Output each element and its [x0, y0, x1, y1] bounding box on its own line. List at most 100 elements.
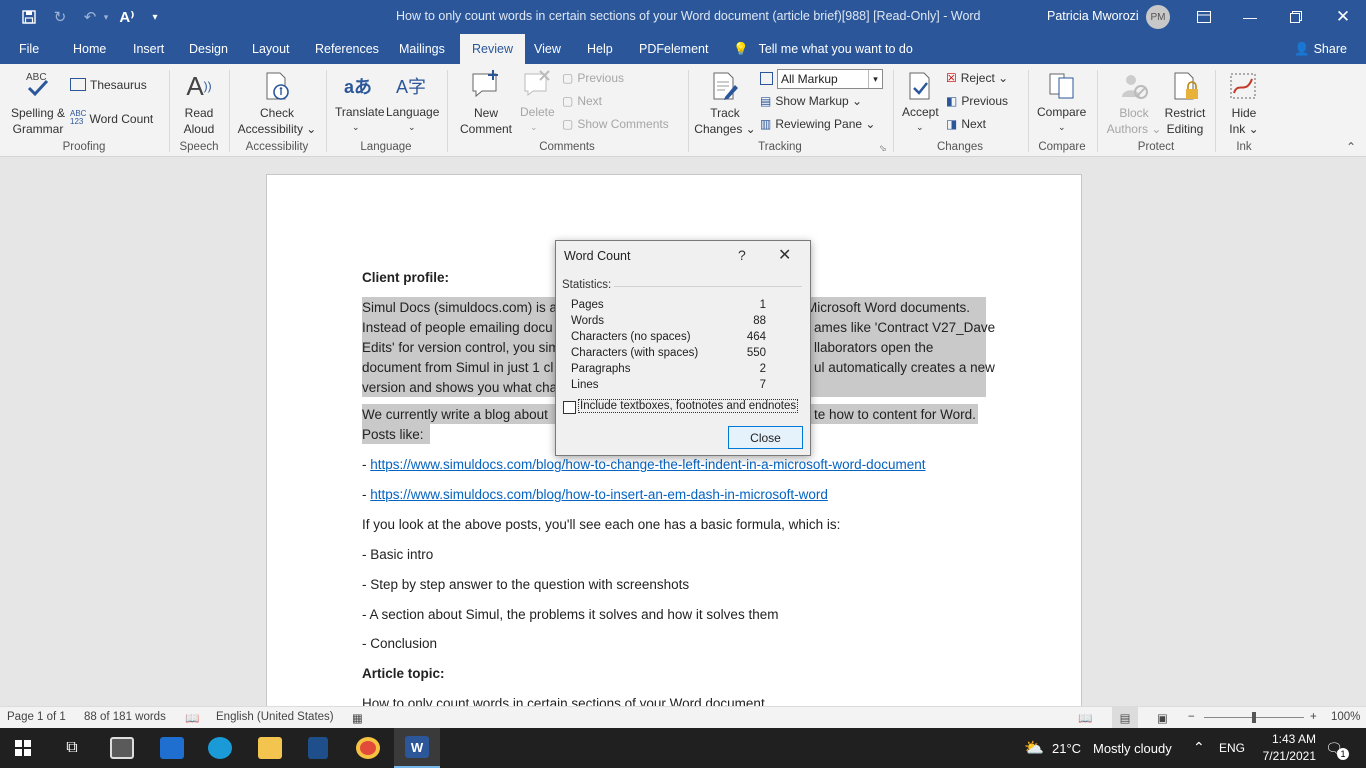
- autosave-icon[interactable]: ↻: [48, 0, 72, 34]
- proofing-icon[interactable]: 📖: [185, 711, 199, 725]
- edge-icon[interactable]: [198, 728, 242, 768]
- customize-qa-icon[interactable]: ▾: [146, 0, 164, 34]
- user-name[interactable]: Patricia Mworozi: [1047, 9, 1139, 23]
- close-button[interactable]: Close: [728, 426, 803, 449]
- read-mode-icon[interactable]: 📖: [1078, 711, 1092, 725]
- hide-ink-icon: [1227, 70, 1259, 102]
- input-language[interactable]: ENG: [1219, 741, 1245, 755]
- web-layout-icon[interactable]: ▣: [1157, 711, 1168, 725]
- read-aloud-button[interactable]: Read Aloud: [176, 105, 222, 137]
- weather-temperature[interactable]: 21°C: [1052, 741, 1081, 756]
- delete-dropdown-icon[interactable]: ⌄: [530, 122, 538, 133]
- hide-ink-button[interactable]: Hide Ink ⌄: [1222, 105, 1266, 137]
- page-indicator[interactable]: Page 1 of 1: [7, 711, 66, 723]
- show-comments-button[interactable]: ▢ Show Comments: [562, 117, 669, 131]
- delete-comment-button[interactable]: Delete: [520, 105, 555, 119]
- previous-change-button[interactable]: ◧ Previous: [946, 94, 1008, 108]
- reviewing-pane-button[interactable]: ▥ Reviewing Pane ⌄: [760, 117, 875, 131]
- new-label: New: [473, 106, 498, 120]
- tab-design[interactable]: Design: [189, 34, 228, 64]
- minimize-icon[interactable]: —: [1227, 0, 1273, 34]
- avatar[interactable]: PM: [1146, 5, 1170, 29]
- restore-icon[interactable]: [1273, 0, 1319, 34]
- tab-view[interactable]: View: [534, 34, 561, 64]
- tell-me-box[interactable]: 💡 Tell me what you want to do: [733, 34, 913, 64]
- zoom-out-icon[interactable]: −: [1188, 711, 1195, 723]
- next-comment-button[interactable]: ▢ Next: [562, 94, 602, 108]
- tab-review[interactable]: Review: [460, 34, 525, 64]
- show-hidden-icons[interactable]: ⌃: [1193, 739, 1205, 756]
- tab-insert[interactable]: Insert: [133, 34, 164, 64]
- reject-button[interactable]: ☒ Reject ⌄: [946, 71, 1008, 85]
- weather-condition[interactable]: Mostly cloudy: [1093, 741, 1172, 756]
- check-accessibility-button[interactable]: Check Accessibility ⌄: [234, 105, 320, 137]
- block-authors-button[interactable]: Block Authors ⌄: [1102, 105, 1166, 137]
- print-layout-icon[interactable]: ▤: [1112, 707, 1138, 728]
- clock-time[interactable]: 1:43 AM: [1260, 732, 1316, 746]
- restrict-editing-button[interactable]: Restrict Editing: [1160, 105, 1210, 137]
- compare-button[interactable]: Compare: [1037, 105, 1086, 119]
- tab-home[interactable]: Home: [73, 34, 106, 64]
- save-icon[interactable]: [16, 0, 42, 34]
- accept-button[interactable]: Accept: [902, 105, 939, 119]
- undo-dropdown-icon[interactable]: ▾: [100, 0, 112, 34]
- paragraph-line: te how to content for Word.: [814, 407, 976, 422]
- collapse-ribbon-icon[interactable]: ⌃: [1346, 140, 1356, 154]
- windows-start-icon[interactable]: [0, 728, 46, 768]
- tab-references[interactable]: References: [315, 34, 379, 64]
- next-change-button[interactable]: ◨ Next: [946, 117, 986, 131]
- tab-file[interactable]: File: [19, 34, 39, 64]
- zoom-in-icon[interactable]: +: [1310, 711, 1317, 723]
- group-separator: [229, 70, 230, 152]
- language-dropdown-icon[interactable]: ⌄: [408, 122, 416, 133]
- block-authors-icon: [1118, 70, 1150, 102]
- undo-icon[interactable]: ↶: [78, 0, 102, 34]
- app-icon[interactable]: [296, 728, 340, 768]
- word-taskbar-icon[interactable]: W: [394, 728, 440, 768]
- tab-mailings[interactable]: Mailings: [399, 34, 445, 64]
- tab-layout[interactable]: Layout: [252, 34, 290, 64]
- clock-date[interactable]: 7/21/2021: [1256, 749, 1316, 763]
- word-count-button[interactable]: ABC 123 Word Count: [70, 110, 153, 127]
- tab-pdfelement[interactable]: PDFelement: [639, 34, 708, 64]
- word-count-indicator[interactable]: 88 of 181 words: [84, 711, 166, 723]
- accept-dropdown-icon[interactable]: ⌄: [916, 122, 924, 133]
- translate-button[interactable]: Translate: [335, 105, 385, 119]
- check-label: Check: [259, 106, 294, 120]
- include-textboxes-label[interactable]: Include textboxes, footnotes and endnote…: [578, 399, 799, 413]
- close-window-icon[interactable]: ✕: [1320, 0, 1366, 34]
- show-markup-button[interactable]: ▤ Show Markup ⌄: [760, 94, 862, 108]
- accessibility-status-icon[interactable]: ▦: [352, 711, 363, 725]
- spelling-grammar-button[interactable]: Spelling & Grammar: [8, 105, 68, 137]
- link-em-dash[interactable]: https://www.simuldocs.com/blog/how-to-in…: [370, 487, 828, 502]
- store-icon[interactable]: [100, 728, 144, 768]
- zoom-level[interactable]: 100%: [1331, 711, 1360, 723]
- markup-dropdown-icon[interactable]: ▾: [868, 70, 882, 88]
- previous-comment-button[interactable]: ▢ Previous: [562, 71, 624, 85]
- markup-select[interactable]: All Markup ▾: [777, 69, 883, 89]
- track-changes-button[interactable]: Track Changes ⌄: [693, 105, 757, 137]
- tab-help[interactable]: Help: [587, 34, 613, 64]
- new-comment-button[interactable]: New Comment: [454, 105, 518, 137]
- close-icon[interactable]: ✕: [778, 245, 791, 265]
- dash: -: [362, 457, 371, 472]
- help-icon[interactable]: ?: [738, 247, 746, 263]
- include-textboxes-checkbox[interactable]: [563, 401, 576, 414]
- zoom-slider-thumb[interactable]: [1252, 712, 1256, 723]
- paragraph-line: Posts like:: [362, 427, 424, 442]
- translate-dropdown-icon[interactable]: ⌄: [352, 122, 360, 133]
- file-explorer-icon[interactable]: [248, 728, 292, 768]
- compare-dropdown-icon[interactable]: ⌄: [1058, 122, 1066, 133]
- mail-icon[interactable]: [150, 728, 194, 768]
- weather-icon[interactable]: ⛅: [1020, 728, 1048, 768]
- read-aloud-qa-icon[interactable]: A⁾: [116, 0, 138, 34]
- thesaurus-button[interactable]: Thesaurus: [70, 78, 147, 92]
- language-indicator[interactable]: English (United States): [216, 711, 334, 723]
- link-left-indent[interactable]: https://www.simuldocs.com/blog/how-to-ch…: [370, 457, 925, 472]
- chrome-icon[interactable]: [346, 728, 390, 768]
- share-button[interactable]: 👤 Share: [1294, 34, 1347, 64]
- tracking-options-launcher-icon[interactable]: ⬂: [879, 143, 887, 154]
- task-view-icon[interactable]: ⧉: [50, 728, 94, 768]
- language-button[interactable]: Language: [386, 105, 439, 119]
- ribbon-display-icon[interactable]: [1181, 0, 1227, 34]
